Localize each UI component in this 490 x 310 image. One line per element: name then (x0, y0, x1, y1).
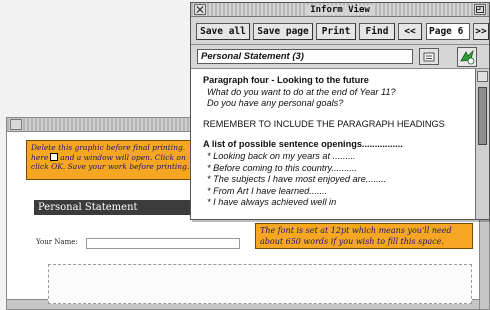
statement-text-area[interactable] (48, 264, 472, 304)
inform-toolbar: Save all Save page Print Find << Page 6 … (191, 17, 489, 45)
window-title-text: Inform View (306, 5, 374, 15)
save-all-button[interactable]: Save all (196, 23, 250, 40)
window-title: Inform View (191, 3, 489, 17)
your-name-label: Your Name: (36, 238, 78, 246)
note-line-1: Delete this graphic before final printin… (31, 143, 186, 152)
document-close-icon[interactable] (10, 119, 22, 130)
print-button[interactable]: Print (316, 23, 356, 40)
note-here-text: here (31, 152, 49, 162)
opening-item: * From Art I have learned....... (207, 185, 328, 196)
your-name-field[interactable] (86, 238, 240, 249)
question-1: What do you want to do at the end of Yea… (207, 86, 396, 97)
opening-item: * I have always achieved well in (207, 197, 337, 208)
page-label: Page (429, 26, 452, 37)
previous-page-button[interactable]: << (398, 23, 422, 40)
opening-item: * Before coming to this country.........… (207, 162, 357, 173)
menu-icon-glyph (423, 52, 435, 62)
section-title-banner: Personal Statement (34, 200, 192, 215)
inform-view-window: Inform View Save all Save page Print Fin… (190, 2, 490, 220)
run-green-icon-glyph (460, 49, 475, 65)
opening-item: * The subjects I have most enjoyed are..… (207, 174, 387, 185)
page-indicator[interactable]: Page 6 (426, 23, 470, 40)
run-green-icon[interactable] (457, 47, 477, 67)
note-line-2-text: and a window will open. Click on (60, 152, 186, 162)
scroll-thumb[interactable] (478, 87, 487, 145)
scroll-up-arrow-icon[interactable] (477, 71, 488, 82)
paragraph-heading: Paragraph four - Looking to the future (203, 75, 369, 85)
save-page-button[interactable]: Save page (253, 23, 313, 40)
find-button[interactable]: Find (359, 23, 395, 40)
openings-list-heading: A list of possible sentence openings....… (203, 139, 403, 150)
next-page-button[interactable]: >> (473, 23, 489, 40)
delete-graphic-note: Delete this graphic before final printin… (26, 140, 196, 180)
reminder-text: REMEMBER TO INCLUDE THE PARAGRAPH HEADIN… (203, 118, 445, 129)
menu-icon[interactable] (419, 48, 439, 65)
font-size-note: The font is set at 12pt which means you'… (255, 223, 473, 249)
page-number: 6 (457, 26, 464, 37)
document-selector-field[interactable]: Personal Statement (3) (197, 49, 413, 64)
inform-vertical-scrollbar[interactable] (475, 69, 489, 219)
note-line-3: click OK. Save your work before printing… (31, 162, 190, 171)
note-line-2: here and a window will open. Click on (31, 152, 191, 163)
document-selector-row: Personal Statement (3) (191, 45, 489, 69)
click-box-icon[interactable] (50, 152, 59, 161)
question-2: Do you have any personal goals? (207, 98, 344, 109)
opening-item: * Looking back on my years at ......... (207, 150, 356, 161)
inform-view-titlebar[interactable]: Inform View (191, 3, 489, 17)
inform-content: Paragraph four - Looking to the future W… (191, 69, 475, 219)
